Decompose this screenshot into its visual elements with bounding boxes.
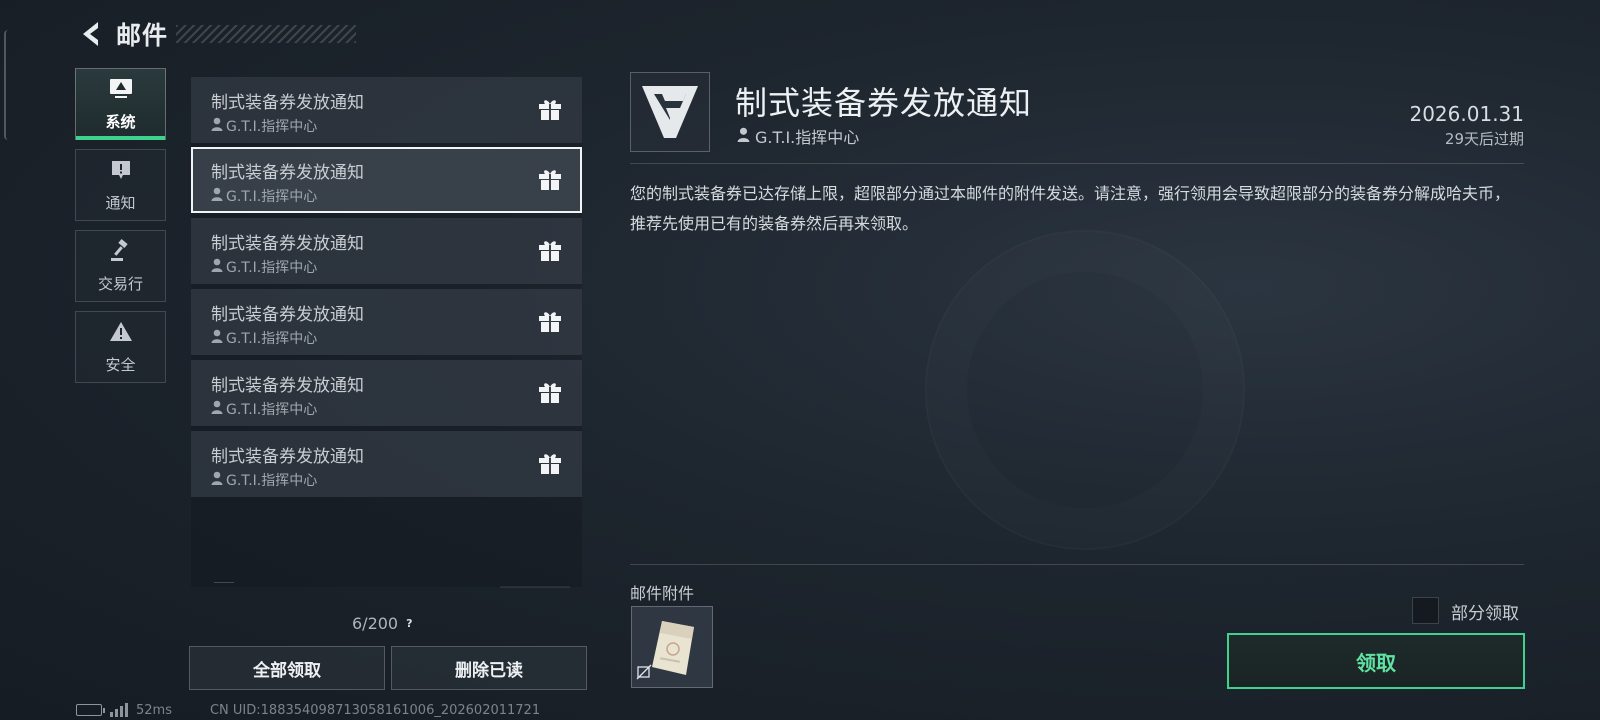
page-title: 邮件 xyxy=(116,21,169,50)
divider xyxy=(630,564,1524,565)
mail-list[interactable]: 制式装备券发放通知 G.T.I.指挥中心 制式装备券发放通知 G.T.I.指挥中… xyxy=(191,77,582,587)
mail-sender-name: G.T.I.指挥中心 xyxy=(226,189,318,205)
background-emblem xyxy=(925,230,1245,550)
person-icon xyxy=(737,127,750,146)
tab-notice[interactable]: 通知 xyxy=(75,149,166,221)
mail-title: 制式装备券发放通知 xyxy=(211,376,364,396)
tab-security[interactable]: 安全 xyxy=(75,311,166,383)
mail-sender-name: G.T.I.指挥中心 xyxy=(226,473,318,489)
attachments-label: 邮件附件 xyxy=(630,584,695,603)
detail-expire: 29天后过期 xyxy=(1444,130,1524,148)
tab-system[interactable]: 系统 xyxy=(75,68,166,140)
ping-value: 52ms xyxy=(136,702,172,718)
gift-icon xyxy=(538,239,562,265)
mail-list-item[interactable]: 制式装备券发放通知 G.T.I.指挥中心 xyxy=(191,289,582,355)
mail-list-item[interactable]: 制式装备券发放通知 G.T.I.指挥中心 xyxy=(191,431,582,497)
tab-notice-label: 通知 xyxy=(105,193,136,212)
mail-list-item[interactable]: 制式装备券发放通知 G.T.I.指挥中心 xyxy=(191,218,582,284)
partial-claim-label: 部分领取 xyxy=(1451,604,1519,624)
tab-trade-label: 交易行 xyxy=(97,274,143,293)
mail-sender-name: G.T.I.指挥中心 xyxy=(226,260,318,276)
person-icon xyxy=(211,187,223,205)
mail-title: 制式装备券发放通知 xyxy=(211,163,364,183)
monitor-icon xyxy=(108,77,134,105)
detail-sender-name: G.T.I.指挥中心 xyxy=(755,128,860,147)
voucher-icon xyxy=(646,617,700,683)
gti-logo-icon xyxy=(630,72,710,152)
claim-all-button[interactable]: 全部领取 xyxy=(189,646,385,690)
list-decoration xyxy=(500,586,570,588)
detail-title: 制式装备券发放通知 xyxy=(735,84,1033,122)
gavel-icon xyxy=(108,238,134,267)
battery-icon xyxy=(76,704,105,716)
warning-icon xyxy=(108,320,134,348)
person-icon xyxy=(211,258,223,276)
person-icon xyxy=(211,471,223,489)
tab-security-label: 安全 xyxy=(105,355,136,374)
decorative-bracket xyxy=(4,30,8,140)
detail-sender: G.T.I.指挥中心 xyxy=(737,124,859,148)
person-icon xyxy=(211,400,223,418)
tab-trade[interactable]: 交易行 xyxy=(75,230,166,302)
gift-icon xyxy=(538,452,562,478)
mail-title: 制式装备券发放通知 xyxy=(211,234,364,254)
detail-body: 您的制式装备券已达存储上限，超限部分通过本邮件的附件发送。请注意，强行领用会导致… xyxy=(630,184,1511,233)
tab-system-label: 系统 xyxy=(105,112,136,131)
gift-icon xyxy=(538,168,562,194)
person-icon xyxy=(211,117,223,135)
mail-sender: G.T.I.指挥中心 xyxy=(211,116,582,136)
person-icon xyxy=(211,329,223,347)
gift-icon xyxy=(538,310,562,336)
mail-sender: G.T.I.指挥中心 xyxy=(211,257,582,277)
claim-button[interactable]: 领取 xyxy=(1227,633,1525,689)
mail-list-item[interactable]: 制式装备券发放通知 G.T.I.指挥中心 xyxy=(191,360,582,426)
mail-sender: G.T.I.指挥中心 xyxy=(211,186,580,206)
list-decoration xyxy=(214,582,234,583)
partial-claim-checkbox[interactable] xyxy=(1412,597,1439,624)
mail-title: 制式装备券发放通知 xyxy=(211,305,364,325)
delete-read-button[interactable]: 删除已读 xyxy=(391,646,587,690)
mail-sender: G.T.I.指挥中心 xyxy=(211,399,582,419)
help-icon[interactable]: ? xyxy=(406,617,412,630)
uid-text: CN UID:188354098713058161006_20260201172… xyxy=(209,702,541,718)
mail-title: 制式装备券发放通知 xyxy=(211,447,364,467)
page-header: 邮件 xyxy=(74,14,357,54)
back-arrow-icon[interactable] xyxy=(74,17,108,51)
signal-icon xyxy=(110,703,128,717)
divider xyxy=(630,163,1524,164)
mail-sender: G.T.I.指挥中心 xyxy=(211,470,582,490)
mail-sender-name: G.T.I.指挥中心 xyxy=(226,331,318,347)
status-bar: 52ms CN UID:188354098713058161006_202602… xyxy=(76,702,540,718)
mail-count-value: 6/200 xyxy=(352,614,399,633)
attachment-item[interactable] xyxy=(631,606,713,688)
gift-icon xyxy=(538,381,562,407)
exclamation-icon xyxy=(109,158,133,186)
no-trade-icon xyxy=(636,664,652,684)
mail-list-item[interactable]: 制式装备券发放通知 G.T.I.指挥中心 xyxy=(191,77,582,143)
mail-sender-name: G.T.I.指挥中心 xyxy=(226,119,318,135)
mail-count: 6/200 ? xyxy=(352,614,413,633)
gift-icon xyxy=(538,98,562,124)
detail-date: 2026.01.31 xyxy=(1409,102,1524,126)
mail-title: 制式装备券发放通知 xyxy=(211,93,364,113)
mail-list-item-selected[interactable]: 制式装备券发放通知 G.T.I.指挥中心 xyxy=(191,147,582,213)
mail-sender: G.T.I.指挥中心 xyxy=(211,328,582,348)
mail-sender-name: G.T.I.指挥中心 xyxy=(226,402,318,418)
header-stripes xyxy=(176,25,357,43)
